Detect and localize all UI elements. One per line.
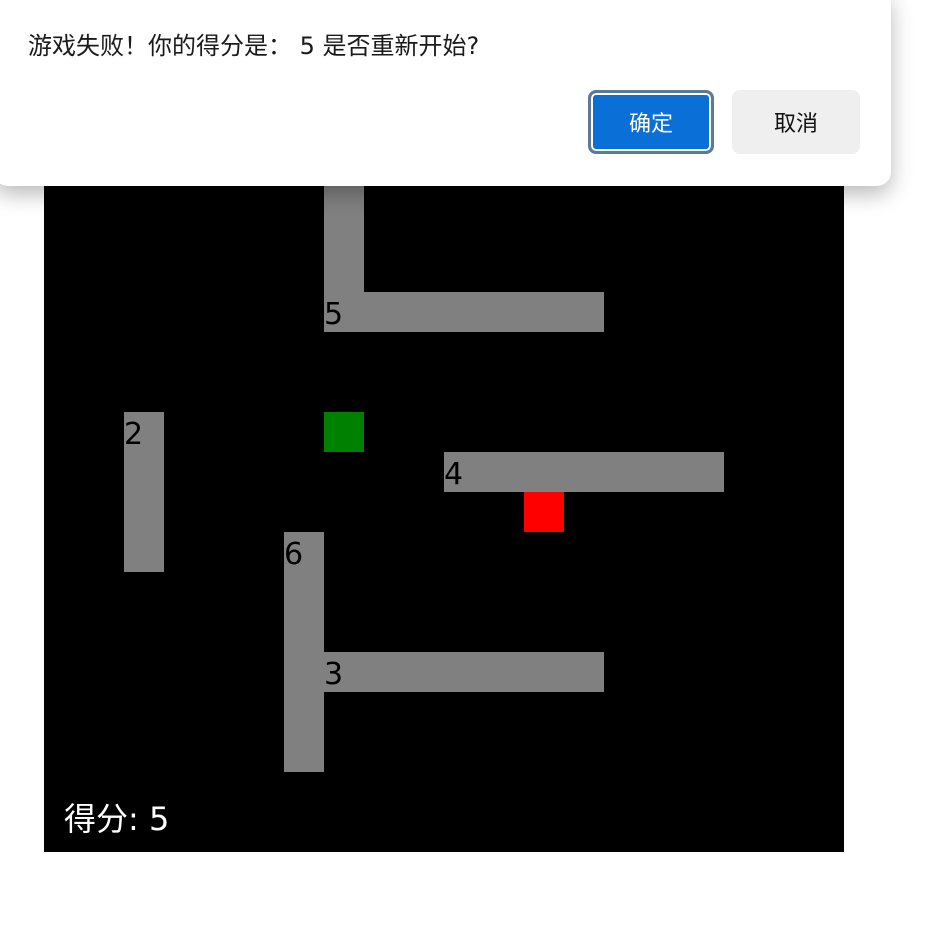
wall-label: 5 xyxy=(324,297,344,332)
score-display: 得分: 5 xyxy=(64,800,170,838)
wall-label: 3 xyxy=(324,657,344,692)
dialog-message: 游戏失败！你的得分是： 5 是否重新开始? xyxy=(28,32,480,60)
enemy-block xyxy=(524,492,564,532)
wall-label: 2 xyxy=(124,417,144,452)
wall-segment xyxy=(324,652,604,692)
wall-label: 6 xyxy=(284,537,304,572)
wall-segment xyxy=(444,452,724,492)
player-block xyxy=(324,412,364,452)
ok-button[interactable]: 确定 xyxy=(588,90,714,154)
wall-label: 4 xyxy=(444,457,464,492)
confirm-dialog: 游戏失败！你的得分是： 5 是否重新开始? 确定 取消 xyxy=(0,0,891,186)
wall-segment xyxy=(324,292,604,332)
cancel-button[interactable]: 取消 xyxy=(732,90,860,154)
